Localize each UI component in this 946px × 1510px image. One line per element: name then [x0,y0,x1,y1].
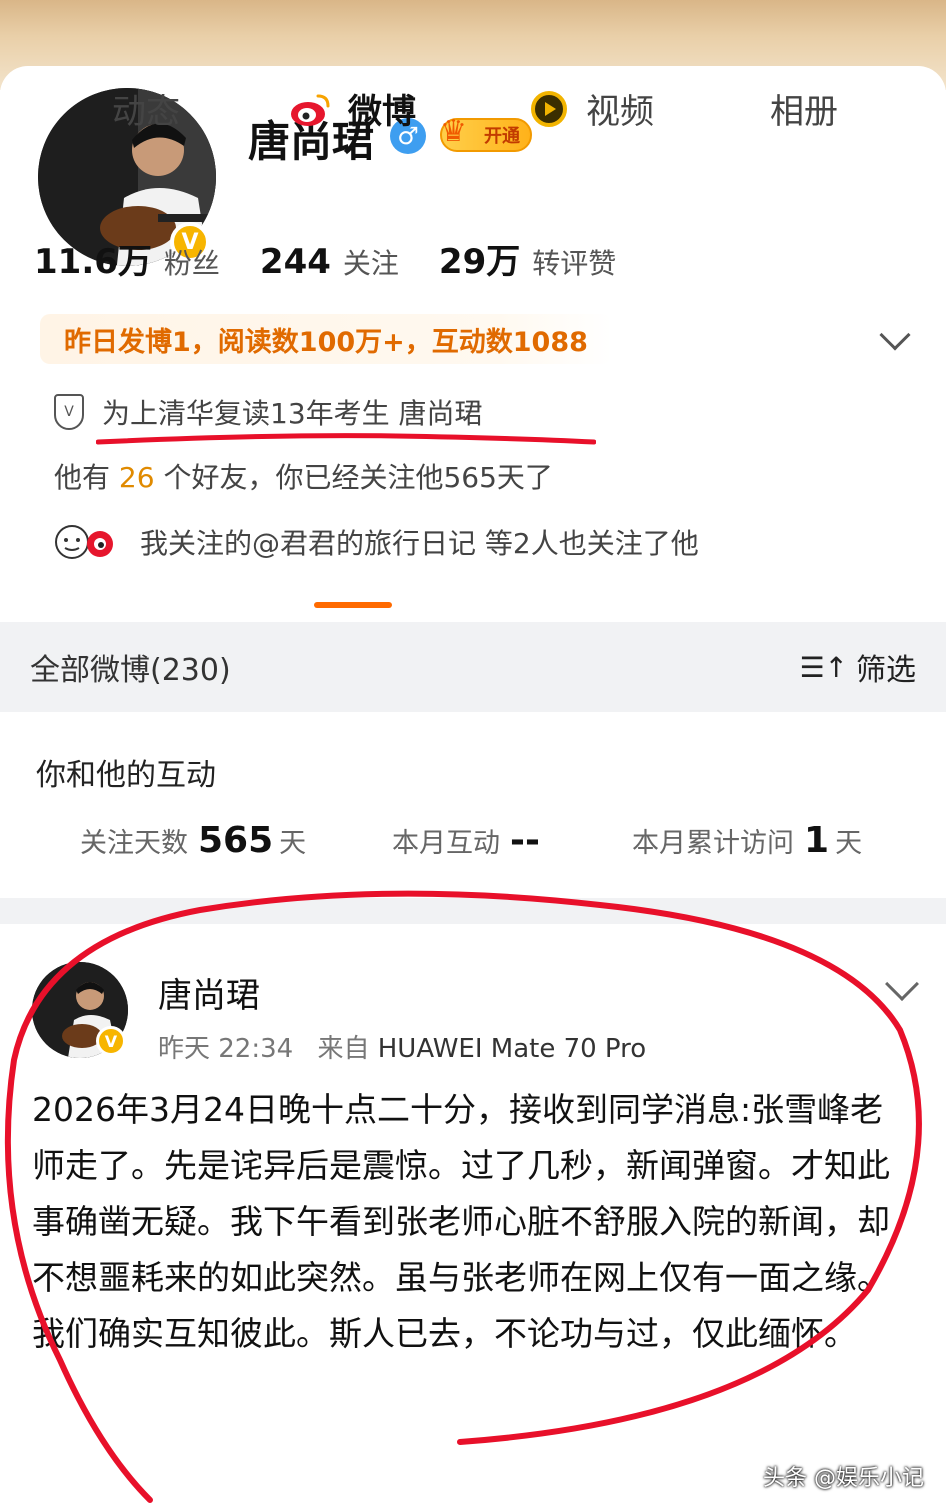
bio-text: 为上清华复读13年考生 唐尚珺 [102,397,483,430]
istat-label: 本月互动 [392,828,500,859]
mutual-follow-row[interactable]: 我关注的@君君的旅行日记 等2人也关注了他 [54,522,699,562]
video-play-icon [531,90,567,127]
istat-label: 本月累计访问 [632,828,794,859]
tab-label: 微博 [348,92,416,132]
interaction-stats: 关注天数 565 天 本月互动 -- 本月累计访问 1 天 [0,808,946,868]
tab-feed[interactable]: 动态 [112,84,180,133]
interaction-visits: 本月累计访问 1 天 [632,820,862,861]
post-from-label: 来自 [317,1034,370,1064]
active-tab-indicator [314,602,392,608]
section-divider [0,898,946,924]
shield-icon: V [54,394,84,430]
post-time: 昨天 22:34 [158,1034,294,1064]
post-device: HUAWEI Mate 70 Pro [377,1034,647,1064]
post-meta: 昨天 22:34 来自 HUAWEI Mate 70 Pro [158,1028,646,1065]
post-verified-badge-icon: V [96,1026,126,1056]
mutual-text: 我关注的@君君的旅行日记 等2人也关注了他 [140,527,699,560]
tab-label: 相册 [770,92,838,132]
interaction-month: 本月互动 -- [392,820,546,861]
filter-sort-icon: ☰↑ [799,650,848,684]
friends-post: 个好友，你已经关注他565天了 [154,461,553,494]
istat-value: 1 [804,820,830,861]
feed-filter-bar: 全部微博(230) ☰↑ 筛选 [0,622,946,712]
hot-summary-banner[interactable]: 昨日发博1，阅读数100万+，互动数1088 [40,314,612,364]
post-author-name[interactable]: 唐尚珺 [158,968,260,1017]
istat-value: -- [510,820,540,861]
filter-button[interactable]: ☰↑ 筛选 [799,645,916,689]
profile-bio: V 为上清华复读13年考生 唐尚珺 [54,392,483,432]
tab-label: 动态 [112,92,180,132]
mutual-avatars-icon [54,522,118,562]
post-body: 2026年3月24日晚十点二十分，接收到同学消息:张雪峰老师走了。先是诧异后是震… [32,1090,890,1353]
stat-number: 11.6万 [34,242,152,282]
all-posts-label[interactable]: 全部微博(230) [30,645,231,689]
stat-following[interactable]: 244 关注 [260,242,399,282]
interaction-title: 你和他的互动 [36,758,216,793]
stat-number: 244 [259,242,331,282]
istat-unit: 天 [279,828,307,859]
tab-weibo[interactable]: 微博 [290,84,416,133]
filter-label: 筛选 [856,653,916,688]
istat-label: 关注天数 [80,828,188,859]
friends-info: 他有 26 个好友，你已经关注他565天了 [54,456,553,496]
annotation-underline [96,433,596,445]
tab-label: 视频 [586,92,654,132]
stat-likes[interactable]: 29万 转评赞 [439,234,616,283]
tab-album[interactable]: 相册 [770,84,838,133]
stat-number: 29万 [438,242,521,282]
profile-stats: 11.6万 粉丝 244 关注 29万 转评赞 [34,234,656,283]
expand-chevron-icon[interactable] [879,319,911,351]
vip-label: 开通 [484,126,520,147]
istat-value: 565 [198,820,274,861]
friends-pre: 他有 [54,461,119,494]
friends-count[interactable]: 26 [119,461,155,494]
stat-label: 转评赞 [532,247,617,280]
source-watermark: 头条 @娱乐小记 [763,1466,924,1491]
stat-followers[interactable]: 11.6万 粉丝 [34,234,220,283]
stat-label: 关注 [342,247,399,280]
weibo-logo-icon [291,94,330,126]
stat-label: 粉丝 [163,247,220,280]
interaction-follow-days: 关注天数 565 天 [80,820,306,861]
tab-video[interactable]: 视频 [528,84,654,133]
vip-open-button[interactable]: ♛ 开通 [440,114,532,152]
crown-icon: ♛ [440,114,467,149]
istat-unit: 天 [835,828,863,859]
